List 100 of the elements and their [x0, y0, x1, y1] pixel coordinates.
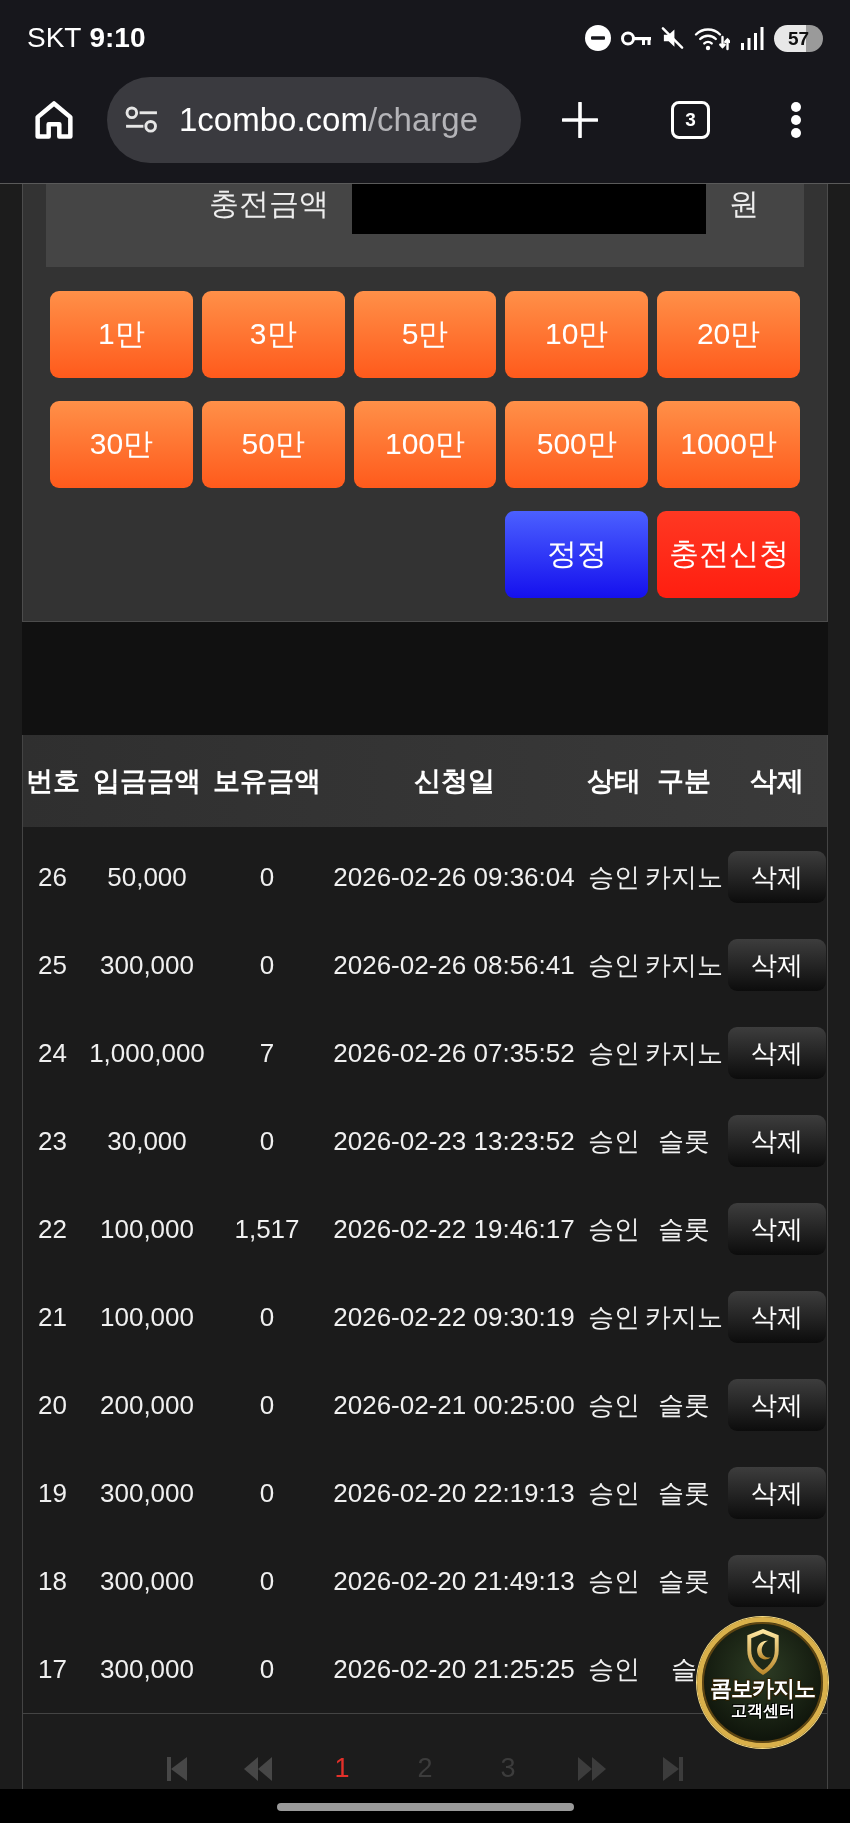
carrier-name: SKT: [27, 21, 82, 55]
balance-cell: 0: [259, 861, 275, 893]
delete-button[interactable]: 삭제: [727, 851, 826, 903]
address-bar[interactable]: 1combo.com/charge: [107, 76, 521, 163]
balance-cell: 0: [259, 1125, 275, 1157]
category-cell: 카지노: [645, 1037, 723, 1069]
request-date-cell: 2026-02-21 00:25:00: [333, 1389, 575, 1421]
row-number-cell: 21: [38, 1301, 67, 1333]
muted-speaker-icon: [661, 26, 684, 50]
balance-cell: 0: [259, 1653, 275, 1685]
status-cell: 승인: [588, 949, 640, 981]
category-cell: 슬: [671, 1653, 697, 1685]
delete-button[interactable]: 삭제: [727, 1555, 826, 1607]
page-link[interactable]: 1: [329, 1755, 355, 1781]
request-date-cell: 2026-02-23 13:23:52: [333, 1125, 575, 1157]
row-number-cell: 18: [38, 1565, 67, 1597]
last-page-icon[interactable]: [663, 1757, 683, 1781]
row-number-cell: 26: [38, 861, 67, 893]
amount-preset-button[interactable]: 10만: [505, 291, 649, 378]
row-number-cell: 24: [38, 1037, 67, 1069]
amount-preset-button[interactable]: 30만: [50, 401, 193, 488]
deposit-amount-cell: 100,000: [100, 1213, 194, 1245]
deposit-amount-cell: 300,000: [100, 949, 194, 981]
delete-button[interactable]: 삭제: [727, 1115, 826, 1167]
battery-indicator: 57: [774, 24, 823, 52]
signal-icon: [740, 26, 764, 50]
next-page-icon[interactable]: [578, 1757, 606, 1781]
category-cell: 카지노: [645, 861, 723, 893]
amount-preset-button[interactable]: 3만: [201, 291, 345, 378]
status-cell: 승인: [588, 861, 640, 893]
row-number-cell: 19: [38, 1477, 67, 1509]
balance-cell: 0: [259, 1389, 275, 1421]
status-cell: 승인: [588, 1565, 640, 1597]
plus-icon[interactable]: [562, 101, 598, 138]
reset-button[interactable]: 정정: [505, 511, 649, 598]
delete-button[interactable]: 삭제: [727, 1027, 826, 1079]
delete-button[interactable]: 삭제: [727, 1291, 826, 1343]
category-cell: 슬롯: [658, 1477, 710, 1509]
wifi-icon: [694, 25, 730, 51]
column-header: 입금금액: [93, 765, 201, 798]
request-date-cell: 2026-02-26 08:56:41: [333, 949, 575, 981]
status-cell: 승인: [588, 1301, 640, 1333]
charge-request-button[interactable]: 충전신청: [657, 511, 800, 598]
key-icon: [621, 30, 651, 46]
column-header: 삭제: [749, 765, 804, 798]
status-cell: 승인: [588, 1125, 640, 1157]
first-page-icon[interactable]: [167, 1757, 187, 1781]
column-header: 신청일: [413, 765, 495, 798]
category-cell: 카지노: [645, 949, 723, 981]
amount-preset-button[interactable]: 5만: [353, 291, 497, 378]
deposit-amount-cell: 30,000: [107, 1125, 187, 1157]
row-number-cell: 22: [38, 1213, 67, 1245]
status-cell: 승인: [588, 1477, 640, 1509]
row-number-cell: 17: [38, 1653, 67, 1685]
request-date-cell: 2026-02-22 09:30:19: [333, 1301, 575, 1333]
status-cell: 승인: [588, 1037, 640, 1069]
balance-cell: 0: [259, 1565, 275, 1597]
category-cell: 슬롯: [658, 1125, 710, 1157]
deposit-amount-cell: 300,000: [100, 1477, 194, 1509]
previous-page-icon[interactable]: [244, 1757, 272, 1781]
request-date-cell: 2026-02-26 09:36:04: [333, 861, 575, 893]
row-number-cell: 25: [38, 949, 67, 981]
clock-time: 9:10: [89, 21, 146, 55]
column-header: 상태: [587, 765, 641, 798]
deposit-amount-cell: 300,000: [100, 1653, 194, 1685]
amount-input[interactable]: [352, 184, 706, 234]
minus-circle-icon: [585, 25, 611, 51]
shield-icon: [744, 1628, 781, 1676]
column-header: 구분: [657, 765, 711, 798]
category-cell: 카지노: [645, 1301, 723, 1333]
tune-icon[interactable]: [125, 105, 158, 134]
amount-preset-button[interactable]: 50만: [201, 401, 345, 488]
deposit-amount-cell: 200,000: [100, 1389, 194, 1421]
tab-count-button[interactable]: 3: [671, 100, 710, 139]
amount-preset-button[interactable]: 100만: [353, 401, 497, 488]
home-icon[interactable]: [35, 100, 73, 139]
balance-cell: 0: [259, 1477, 275, 1509]
deposit-amount-cell: 100,000: [100, 1301, 194, 1333]
delete-button[interactable]: 삭제: [727, 1467, 826, 1519]
status-cell: 승인: [588, 1213, 640, 1245]
balance-cell: 0: [259, 1301, 275, 1333]
amount-preset-button[interactable]: 1000만: [657, 401, 800, 488]
amount-preset-button[interactable]: 1만: [50, 291, 193, 378]
amount-label: 충전금액: [208, 186, 329, 222]
request-date-cell: 2026-02-20 22:19:13: [333, 1477, 575, 1509]
delete-button[interactable]: 삭제: [727, 939, 826, 991]
amount-preset-button[interactable]: 500만: [505, 401, 649, 488]
request-date-cell: 2026-02-20 21:49:13: [333, 1565, 575, 1597]
request-date-cell: 2026-02-22 19:46:17: [333, 1213, 575, 1245]
more-icon[interactable]: [790, 101, 802, 138]
request-date-cell: 2026-02-26 07:35:52: [333, 1037, 575, 1069]
delete-button[interactable]: 삭제: [727, 1379, 826, 1431]
currency-unit: 원: [729, 186, 759, 222]
delete-button[interactable]: 삭제: [727, 1203, 826, 1255]
status-cell: 승인: [588, 1653, 640, 1685]
deposit-amount-cell: 300,000: [100, 1565, 194, 1597]
amount-preset-button[interactable]: 20만: [657, 291, 800, 378]
request-date-cell: 2026-02-20 21:25:25: [333, 1653, 575, 1685]
category-cell: 슬롯: [658, 1565, 710, 1597]
row-number-cell: 23: [38, 1125, 67, 1157]
